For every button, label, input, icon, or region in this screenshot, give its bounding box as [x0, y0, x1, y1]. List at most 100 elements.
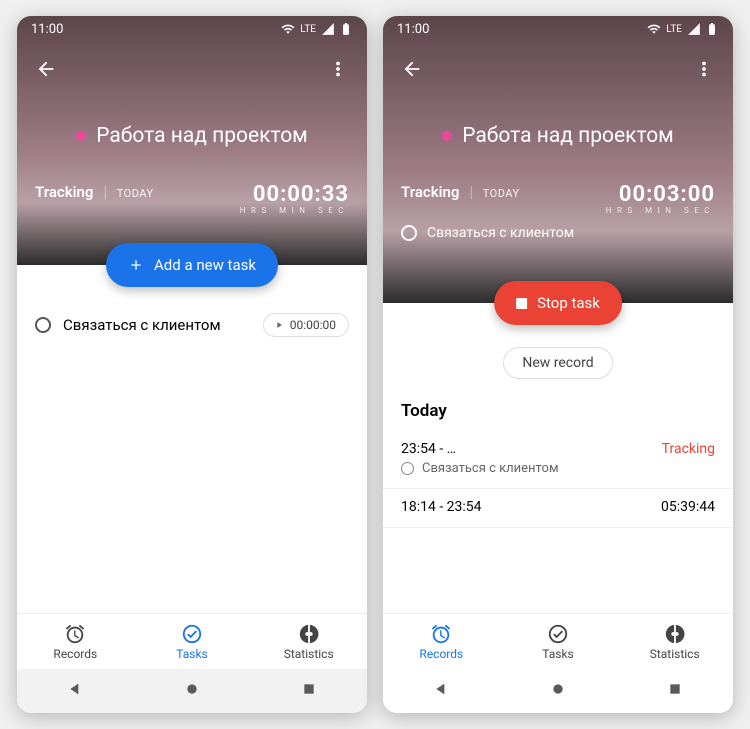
overflow-menu-button[interactable] — [327, 58, 349, 80]
square-icon — [301, 681, 317, 697]
header: Работа над проектом Tracking | TODAY 00:… — [17, 16, 367, 265]
record-time: 23:54 - … — [401, 441, 456, 457]
sys-back[interactable] — [67, 681, 83, 701]
signal-icon — [321, 22, 335, 36]
donut-icon — [664, 623, 686, 645]
stop-task-label: Stop task — [537, 294, 600, 312]
status-bar: 11:00 LTE — [383, 16, 733, 42]
nav-records-label: Records — [419, 647, 463, 661]
bottom-nav: Records Tasks Statistics — [383, 613, 733, 669]
status-bar: 11:00 LTE — [17, 16, 367, 42]
alarm-icon — [64, 623, 86, 645]
section-today: Today — [383, 379, 733, 431]
record-duration: Tracking — [662, 441, 715, 457]
tracking-labels: Tracking | TODAY — [401, 182, 520, 201]
nav-tasks[interactable]: Tasks — [500, 614, 617, 669]
system-nav — [17, 669, 367, 713]
tracking-labels: Tracking | TODAY — [35, 182, 154, 201]
phone-right: 11:00 LTE Работа над проектом Tracking | — [383, 16, 733, 713]
lte-label: LTE — [666, 24, 682, 35]
active-task-row[interactable]: Связаться с клиентом — [401, 225, 715, 241]
circle-icon — [401, 462, 414, 475]
circle-icon — [550, 681, 566, 697]
arrow-back-icon — [401, 58, 423, 80]
sys-home[interactable] — [184, 681, 200, 701]
stop-task-button[interactable]: Stop task — [494, 281, 622, 325]
check-circle-icon — [181, 623, 203, 645]
back-button[interactable] — [401, 58, 423, 80]
signal-icon — [687, 22, 701, 36]
back-button[interactable] — [35, 58, 57, 80]
overflow-menu-button[interactable] — [693, 58, 715, 80]
separator: | — [103, 182, 106, 201]
sys-recent[interactable] — [301, 681, 317, 701]
sys-home[interactable] — [550, 681, 566, 701]
project-title: Работа над проектом — [462, 124, 674, 148]
record-time: 18:14 - 23:54 — [401, 499, 482, 515]
more-vert-icon — [693, 58, 715, 80]
separator: | — [469, 182, 472, 201]
task-row[interactable]: Связаться с клиентом 00:00:00 — [17, 305, 367, 345]
tracking-word: Tracking — [35, 183, 93, 201]
stop-icon — [516, 298, 527, 309]
project-title-row: Работа над проектом — [35, 124, 349, 148]
phone-left: 11:00 LTE Работа над проектом Tracking | — [17, 16, 367, 713]
header: Работа над проектом Tracking | TODAY 00:… — [383, 16, 733, 303]
content-area: Связаться с клиентом 00:00:00 — [17, 265, 367, 613]
play-task-button[interactable]: 00:00:00 — [263, 313, 349, 337]
project-color-dot — [442, 131, 452, 141]
tracking-word: Tracking — [401, 183, 459, 201]
nav-records[interactable]: Records — [383, 614, 500, 669]
project-title: Работа над проектом — [96, 124, 308, 148]
nav-statistics[interactable]: Statistics — [616, 614, 733, 669]
wifi-icon — [647, 22, 661, 36]
record-sub: Связаться с клиентом — [401, 461, 715, 476]
battery-icon — [339, 22, 353, 36]
arrow-back-icon — [35, 58, 57, 80]
project-title-row: Работа над проектом — [401, 124, 715, 148]
record-row[interactable]: 18:14 - 23:54 05:39:44 — [383, 489, 733, 528]
check-circle-icon — [547, 623, 569, 645]
task-left: Связаться с клиентом — [35, 316, 221, 334]
timer: 00:00:33 HRS MIN SEC — [240, 182, 349, 215]
nav-tasks[interactable]: Tasks — [134, 614, 251, 669]
sys-back[interactable] — [433, 681, 449, 701]
play-icon — [274, 320, 284, 330]
timer-digits: 00:03:00 — [606, 182, 715, 207]
timer-units: HRS MIN SEC — [606, 206, 715, 215]
active-task-name: Связаться с клиентом — [427, 225, 574, 241]
donut-icon — [298, 623, 320, 645]
more-vert-icon — [327, 58, 349, 80]
wifi-icon — [281, 22, 295, 36]
triangle-icon — [67, 681, 83, 697]
lte-label: LTE — [300, 24, 316, 35]
content-area: New record Today 23:54 - … Tracking Связ… — [383, 303, 733, 613]
task-name: Связаться с клиентом — [63, 316, 221, 334]
tracking-period: TODAY — [483, 187, 520, 200]
alarm-icon — [430, 623, 452, 645]
new-record-button[interactable]: New record — [503, 347, 612, 379]
tracking-summary: Tracking | TODAY 00:00:33 HRS MIN SEC — [35, 182, 349, 215]
project-color-dot — [76, 131, 86, 141]
nav-statistics[interactable]: Statistics — [250, 614, 367, 669]
timer: 00:03:00 HRS MIN SEC — [606, 182, 715, 215]
record-top: 23:54 - … Tracking — [401, 441, 715, 457]
nav-tasks-label: Tasks — [542, 647, 574, 661]
plus-icon — [128, 257, 144, 273]
sys-recent[interactable] — [667, 681, 683, 701]
timer-units: HRS MIN SEC — [240, 206, 349, 215]
record-top: 18:14 - 23:54 05:39:44 — [401, 499, 715, 515]
record-row[interactable]: 23:54 - … Tracking Связаться с клиентом — [383, 431, 733, 489]
status-indicators: LTE — [647, 22, 719, 36]
new-record-label: New record — [522, 355, 593, 371]
nav-records[interactable]: Records — [17, 614, 134, 669]
tracking-summary: Tracking | TODAY 00:03:00 HRS MIN SEC — [401, 182, 715, 215]
bottom-nav: Records Tasks Statistics — [17, 613, 367, 669]
circle-icon — [184, 681, 200, 697]
app-bar — [35, 54, 349, 84]
status-time: 11:00 — [31, 22, 63, 37]
play-time: 00:00:00 — [290, 318, 336, 332]
timer-digits: 00:00:33 — [240, 182, 349, 207]
add-task-button[interactable]: Add a new task — [106, 243, 278, 287]
triangle-icon — [433, 681, 449, 697]
